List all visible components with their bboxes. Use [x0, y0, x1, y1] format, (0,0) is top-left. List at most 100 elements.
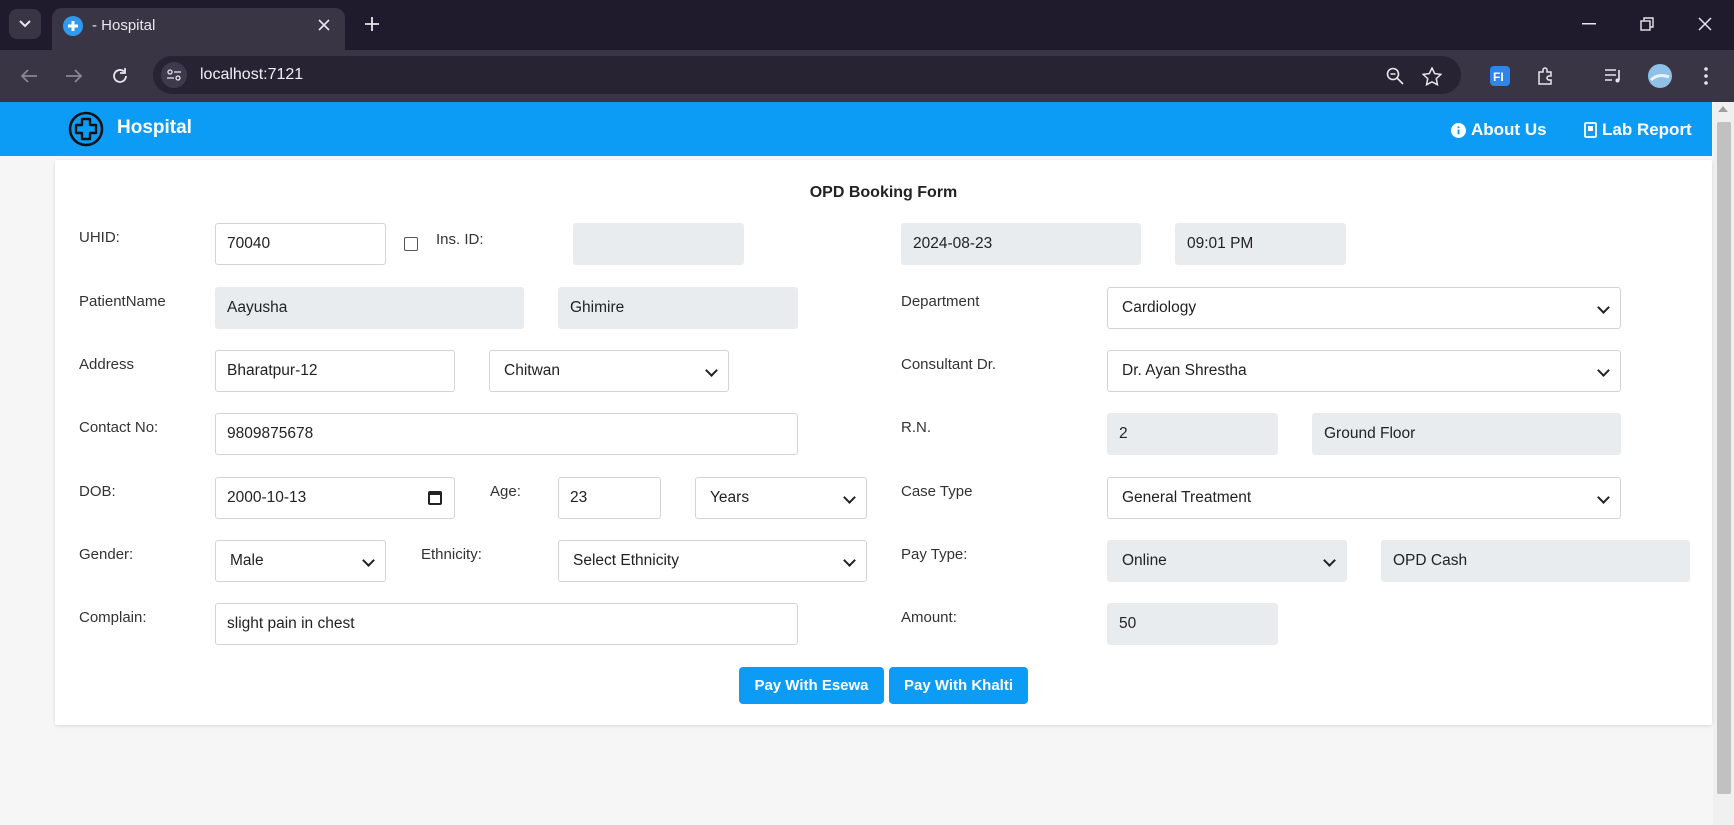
dob-input[interactable]: 2000-10-13: [215, 477, 455, 519]
floor-field[interactable]: Ground Floor: [1312, 413, 1621, 455]
department-value: Cardiology: [1122, 299, 1197, 316]
district-value: Chitwan: [504, 362, 560, 379]
opd-booking-card: OPD Booking Form UHID: 70040 Ins. ID: 20…: [55, 160, 1712, 725]
new-tab-plus-icon[interactable]: [360, 12, 384, 36]
room-number-label: R.N.: [901, 419, 931, 436]
case-type-select[interactable]: General Treatment: [1107, 477, 1621, 519]
dob-label: DOB:: [79, 483, 116, 500]
case-type-label: Case Type: [901, 483, 973, 500]
case-type-value: General Treatment: [1122, 489, 1252, 506]
restore-icon[interactable]: [1632, 10, 1662, 38]
chevron-down-icon: [1597, 301, 1610, 314]
contact-label: Contact No:: [79, 419, 159, 436]
url-text: localhost:7121: [200, 66, 304, 83]
address-label: Address: [79, 356, 135, 373]
gender-value: Male: [230, 552, 264, 569]
department-select[interactable]: Cardiology: [1107, 287, 1621, 329]
first-name-input[interactable]: Aayusha: [215, 287, 524, 329]
extension-fi-icon[interactable]: FI: [1487, 63, 1513, 89]
gender-select[interactable]: Male: [215, 540, 386, 582]
tab-title: - Hospital: [92, 17, 156, 34]
consultant-label: Consultant Dr.: [901, 356, 997, 373]
ins-id-input[interactable]: [573, 223, 744, 265]
booking-date-field[interactable]: 2024-08-23: [901, 223, 1141, 265]
pay-with-esewa-button[interactable]: Pay With Esewa: [739, 667, 884, 704]
gender-label: Gender:: [79, 546, 134, 563]
age-unit-value: Years: [710, 489, 750, 506]
bookmark-star-icon[interactable]: [1421, 65, 1443, 87]
minimize-icon[interactable]: [1574, 10, 1604, 38]
complain-label: Complain:: [79, 609, 147, 626]
reload-icon[interactable]: [107, 63, 133, 89]
nav-lab-report-label: Lab Report: [1602, 120, 1692, 139]
age-label: Age:: [490, 483, 521, 500]
site-navbar: Hospital About Us Lab Report: [0, 102, 1712, 156]
close-window-icon[interactable]: [1690, 10, 1720, 38]
contact-input[interactable]: 9809875678: [215, 413, 798, 455]
chevron-down-icon: [1597, 364, 1610, 377]
nav-lab-report[interactable]: Lab Report: [1584, 120, 1692, 140]
page-scrollbar[interactable]: [1713, 102, 1734, 825]
chevron-down-icon: [843, 554, 856, 567]
complain-input[interactable]: slight pain in chest: [215, 603, 798, 645]
pay-type-label: Pay Type:: [901, 546, 968, 563]
room-number-field[interactable]: 2: [1107, 413, 1278, 455]
ethnicity-select[interactable]: Select Ethnicity: [558, 540, 867, 582]
form-title: OPD Booking Form: [809, 184, 958, 201]
nav-about-us-label: About Us: [1471, 120, 1547, 139]
address-input[interactable]: Bharatpur-12: [215, 350, 455, 392]
uhid-input[interactable]: 70040: [215, 223, 386, 265]
calendar-icon[interactable]: [428, 491, 442, 505]
scroll-thumb[interactable]: [1717, 122, 1731, 794]
hospital-favicon-icon: [63, 16, 83, 36]
browser-tab-strip: - Hospital: [0, 0, 1734, 50]
dob-value: 2000-10-13: [227, 489, 307, 506]
age-input[interactable]: 23: [558, 477, 661, 519]
svg-text:FI: FI: [1493, 70, 1504, 84]
booking-time-field[interactable]: 09:01 PM: [1175, 223, 1346, 265]
media-control-icon[interactable]: [1601, 63, 1627, 89]
hospital-cross-logo-icon[interactable]: [68, 111, 104, 147]
chevron-down-icon: [19, 20, 31, 28]
info-circle-icon: [1451, 122, 1466, 138]
browser-menu-icon[interactable]: [1693, 63, 1719, 89]
district-select[interactable]: Chitwan: [489, 350, 729, 392]
site-settings-icon[interactable]: [161, 62, 187, 88]
chevron-down-icon: [362, 554, 375, 567]
zoom-icon[interactable]: [1384, 65, 1406, 87]
chevron-down-icon: [1597, 491, 1610, 504]
pay-with-khalti-button[interactable]: Pay With Khalti: [889, 667, 1028, 704]
pay-type-value: Online: [1122, 552, 1167, 569]
extensions-puzzle-icon[interactable]: [1533, 63, 1559, 89]
brand-name[interactable]: Hospital: [117, 117, 192, 139]
lab-report-icon: [1584, 122, 1597, 138]
pay-mode-field[interactable]: OPD Cash: [1381, 540, 1690, 582]
consultant-value: Dr. Ayan Shrestha: [1122, 362, 1247, 379]
amount-label: Amount:: [901, 609, 957, 626]
profile-avatar-icon[interactable]: [1647, 63, 1673, 89]
browser-tab[interactable]: - Hospital: [52, 8, 345, 50]
ethnicity-value: Select Ethnicity: [573, 552, 679, 569]
insurance-checkbox[interactable]: [404, 237, 418, 251]
ins-id-label: Ins. ID:: [436, 231, 484, 248]
chevron-down-icon: [843, 491, 856, 504]
forward-arrow-icon[interactable]: [61, 63, 87, 89]
chevron-down-icon: [1323, 554, 1336, 567]
tab-search-button[interactable]: [9, 9, 41, 39]
ethnicity-label: Ethnicity:: [421, 546, 482, 563]
address-bar[interactable]: localhost:7121: [153, 56, 1461, 94]
amount-field[interactable]: 50: [1107, 603, 1278, 645]
last-name-input[interactable]: Ghimire: [558, 287, 798, 329]
browser-toolbar: localhost:7121 FI: [0, 50, 1734, 102]
uhid-label: UHID:: [79, 229, 120, 246]
patient-name-label: PatientName: [79, 293, 166, 310]
age-unit-select[interactable]: Years: [695, 477, 867, 519]
department-label: Department: [901, 293, 980, 310]
chevron-down-icon: [705, 364, 718, 377]
back-arrow-icon[interactable]: [16, 63, 42, 89]
consultant-select[interactable]: Dr. Ayan Shrestha: [1107, 350, 1621, 392]
nav-about-us[interactable]: About Us: [1451, 120, 1547, 140]
tab-close-icon[interactable]: [313, 14, 335, 36]
pay-type-select[interactable]: Online: [1107, 540, 1347, 582]
scroll-up-arrow-icon[interactable]: [1718, 106, 1728, 112]
